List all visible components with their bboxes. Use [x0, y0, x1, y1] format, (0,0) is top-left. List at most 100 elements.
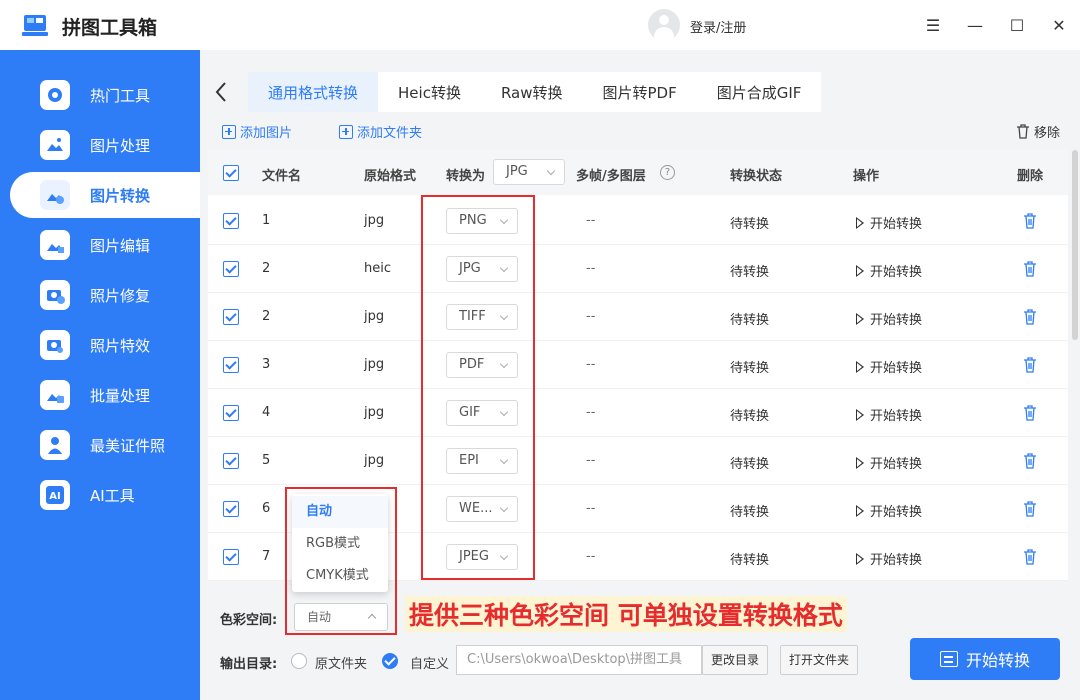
avatar[interactable]	[648, 9, 680, 41]
sidebar-item-label: AI工具	[90, 487, 135, 505]
sidebar-item-label: 最美证件照	[90, 437, 166, 455]
login-register-link[interactable]: 登录/注册	[690, 17, 746, 36]
play-icon	[856, 505, 864, 517]
output-path-input[interactable]: C:\Users\okwoa\Desktop\拼图工具	[456, 645, 702, 675]
table-row: 2 jpg TIFF -- 待转换 开始转换	[208, 293, 1068, 341]
add-image-button[interactable]: 添加图片	[222, 122, 292, 141]
cell-multiframe: --	[586, 405, 596, 420]
annotation-text: 提供三种色彩空间 可单独设置转换格式	[405, 596, 847, 632]
radio-custom-folder-label: 自定义	[410, 657, 450, 672]
start-convert-row-button[interactable]: 开始转换	[856, 501, 922, 520]
add-folder-button[interactable]: 添加文件夹	[339, 122, 422, 141]
start-convert-row-button[interactable]: 开始转换	[856, 213, 922, 232]
add-image-icon	[222, 124, 236, 139]
header-original-format: 原始格式	[364, 169, 417, 184]
minimize-icon[interactable]: —	[962, 12, 988, 38]
cell-original-format: jpg	[364, 309, 385, 324]
tab-bar: 通用格式转换 Heic转换 Raw转换 图片转PDF 图片合成GIF	[248, 72, 822, 112]
row-checkbox[interactable]	[223, 549, 239, 565]
hot-tools-icon	[40, 80, 70, 110]
row-checkbox[interactable]	[223, 405, 239, 421]
row-checkbox[interactable]	[223, 261, 239, 277]
cell-filename: 1	[262, 213, 271, 228]
cell-multiframe: --	[586, 357, 596, 372]
sidebar-item-label: 照片特效	[90, 337, 151, 355]
app-logo-icon	[22, 15, 48, 36]
sidebar-item-batch-process[interactable]: 批量处理	[10, 372, 200, 418]
sidebar-item-ai-tools[interactable]: AI AI工具	[10, 472, 200, 518]
sidebar-item-photo-repair[interactable]: 照片修复	[10, 272, 200, 318]
table-row: 1 jpg PNG -- 待转换 开始转换	[208, 197, 1068, 245]
start-convert-row-button[interactable]: 开始转换	[856, 357, 922, 376]
cell-status: 待转换	[730, 409, 770, 424]
convert-all-select[interactable]: JPG	[493, 159, 565, 185]
delete-row-icon[interactable]	[1023, 309, 1037, 325]
row-checkbox[interactable]	[223, 309, 239, 325]
sidebar-item-image-process[interactable]: 图片处理	[10, 122, 200, 168]
start-convert-row-button[interactable]: 开始转换	[856, 405, 922, 424]
delete-row-icon[interactable]	[1023, 453, 1037, 469]
header-action: 操作	[853, 169, 880, 184]
sidebar-item-image-convert[interactable]: 图片转换	[10, 172, 200, 218]
photo-effects-icon	[40, 330, 70, 360]
tab-image-to-pdf[interactable]: 图片转PDF	[583, 72, 697, 112]
tab-image-to-gif[interactable]: 图片合成GIF	[697, 72, 822, 112]
start-convert-row-button[interactable]: 开始转换	[856, 309, 922, 328]
color-space-select[interactable]: 自动	[294, 603, 388, 631]
sidebar-item-hot-tools[interactable]: 热门工具	[10, 72, 200, 118]
row-checkbox[interactable]	[223, 453, 239, 469]
delete-row-icon[interactable]	[1023, 549, 1037, 565]
output-dir-label: 输出目录:	[220, 657, 278, 672]
sidebar-item-id-photo[interactable]: 最美证件照	[10, 422, 200, 468]
svg-text:AI: AI	[49, 491, 60, 502]
cell-multiframe: --	[586, 261, 596, 276]
sidebar-item-photo-effects[interactable]: 照片特效	[10, 322, 200, 368]
sidebar-item-image-edit[interactable]: 图片编辑	[10, 222, 200, 268]
tab-general-format[interactable]: 通用格式转换	[248, 72, 379, 112]
sidebar-item-label: 照片修复	[90, 287, 151, 305]
tab-heic[interactable]: Heic转换	[378, 72, 481, 112]
start-convert-button[interactable]: 开始转换	[910, 638, 1060, 680]
delete-row-icon[interactable]	[1023, 357, 1037, 373]
table-row: 2 heic JPG -- 待转换 开始转换	[208, 245, 1068, 293]
select-all-checkbox[interactable]	[223, 165, 239, 181]
header-status: 转换状态	[730, 169, 783, 184]
start-convert-row-button[interactable]: 开始转换	[856, 549, 922, 568]
header-filename: 文件名	[262, 169, 302, 184]
row-checkbox[interactable]	[223, 357, 239, 373]
trash-icon	[1017, 124, 1029, 139]
open-folder-button[interactable]: 打开文件夹	[780, 645, 858, 675]
start-convert-row-button[interactable]: 开始转换	[856, 261, 922, 280]
maximize-icon[interactable]: ☐	[1004, 12, 1030, 38]
row-checkbox[interactable]	[223, 501, 239, 517]
add-folder-icon	[339, 124, 353, 139]
table-scrollbar[interactable]	[1072, 150, 1078, 340]
back-arrow-icon[interactable]	[210, 80, 234, 104]
radio-original-folder[interactable]	[291, 653, 307, 669]
cell-multiframe: --	[586, 453, 596, 468]
radio-custom-folder[interactable]	[382, 653, 398, 669]
start-convert-row-button[interactable]: 开始转换	[856, 453, 922, 472]
table-row: 4 jpg GIF -- 待转换 开始转换	[208, 389, 1068, 437]
cell-status: 待转换	[730, 505, 770, 520]
change-dir-button[interactable]: 更改目录	[702, 645, 768, 675]
cell-filename: 2	[262, 309, 271, 324]
sidebar-item-label: 图片编辑	[90, 237, 151, 255]
delete-row-icon[interactable]	[1023, 405, 1037, 421]
cell-filename: 2	[262, 261, 271, 276]
close-icon[interactable]: ✕	[1046, 12, 1072, 38]
play-icon	[856, 265, 864, 277]
delete-row-icon[interactable]	[1023, 501, 1037, 517]
tab-raw[interactable]: Raw转换	[481, 72, 583, 112]
play-icon	[856, 409, 864, 421]
delete-row-icon[interactable]	[1023, 261, 1037, 277]
convert-icon	[939, 651, 958, 667]
row-checkbox[interactable]	[223, 213, 239, 229]
menu-icon[interactable]: ☰	[920, 12, 946, 38]
help-icon[interactable]: ?	[660, 165, 675, 180]
delete-row-icon[interactable]	[1023, 213, 1037, 229]
remove-button[interactable]: 移除	[1016, 122, 1060, 141]
cell-filename: 4	[262, 405, 271, 420]
play-icon	[856, 217, 864, 229]
id-photo-icon	[40, 430, 70, 460]
